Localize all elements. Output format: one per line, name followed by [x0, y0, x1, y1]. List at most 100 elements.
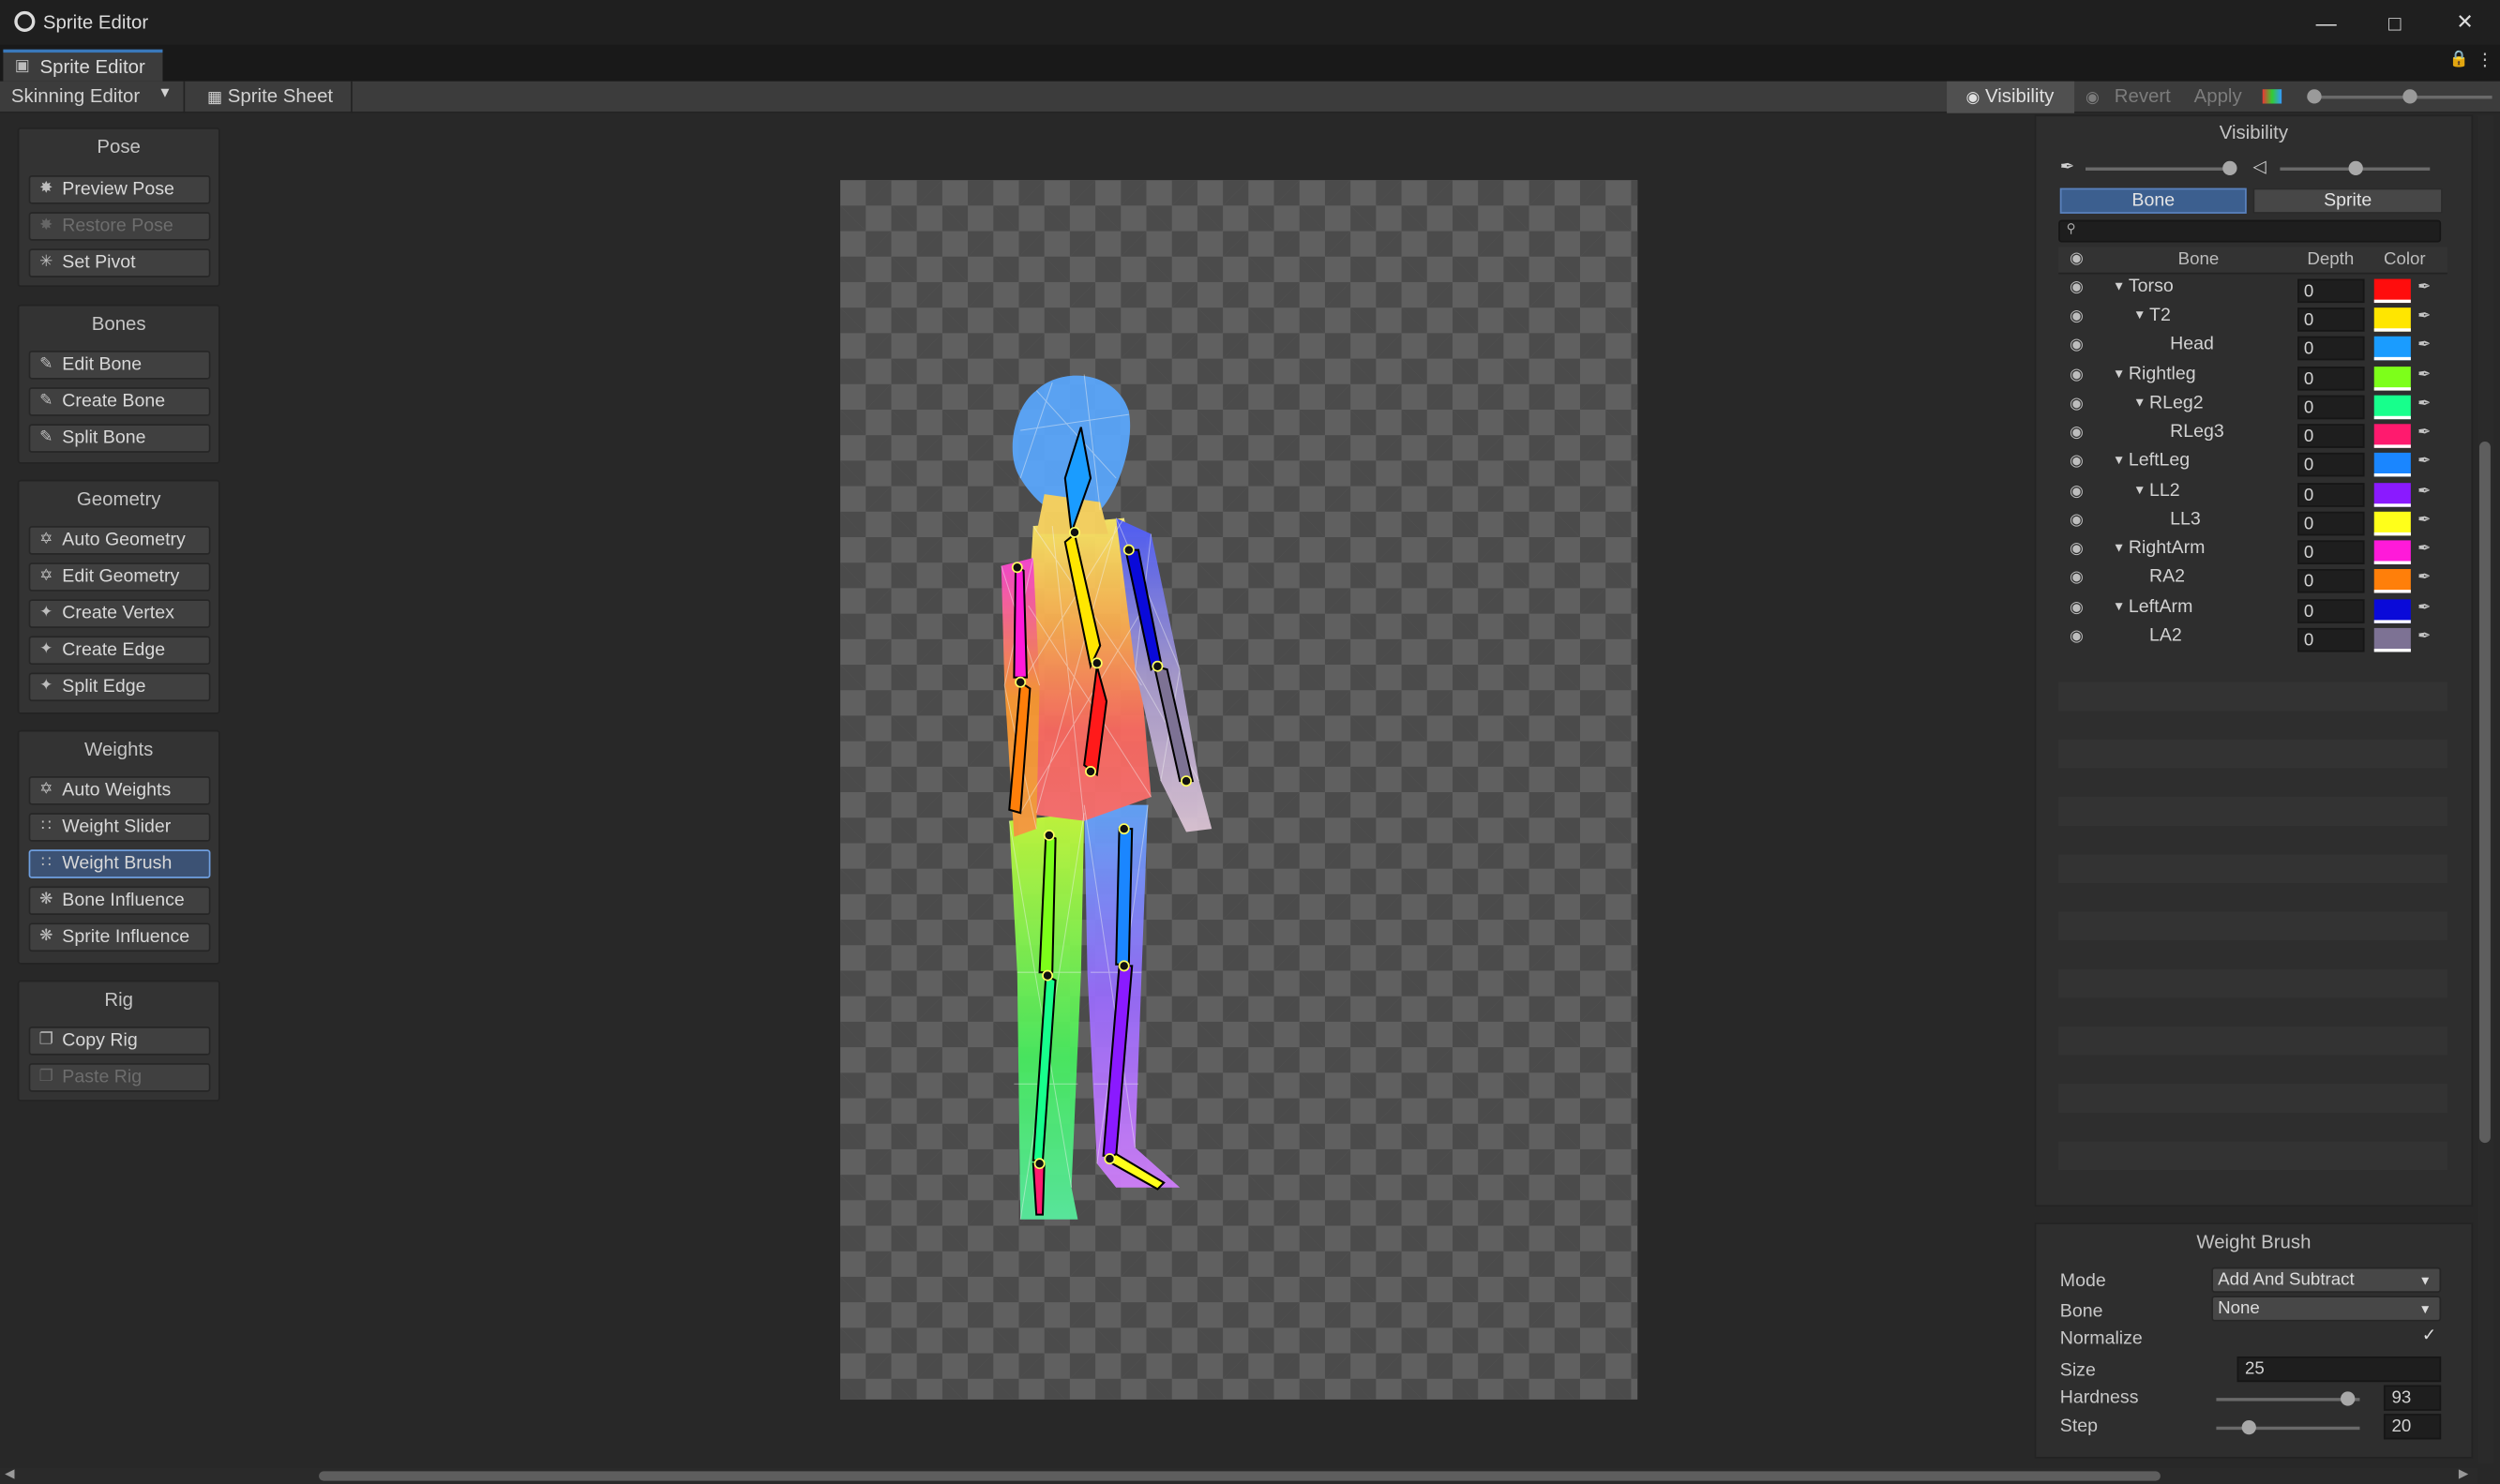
- hardness-slider[interactable]: [2216, 1391, 2360, 1406]
- slider-handle[interactable]: [2341, 1391, 2356, 1406]
- color-swatch[interactable]: [2373, 540, 2411, 564]
- depth-field[interactable]: 0: [2297, 395, 2365, 420]
- eye-icon[interactable]: ◉: [2070, 483, 2092, 501]
- depth-field[interactable]: 0: [2297, 627, 2365, 652]
- color-swatch[interactable]: [2373, 511, 2411, 536]
- slider-handle[interactable]: [2222, 160, 2237, 176]
- column-color[interactable]: Color: [2384, 250, 2426, 269]
- column-bone[interactable]: Bone: [2178, 250, 2220, 269]
- color-swatch[interactable]: [2373, 336, 2411, 361]
- eye-icon[interactable]: ◉: [2070, 453, 2092, 471]
- eyedropper-icon[interactable]: ✒: [2414, 512, 2434, 536]
- bone-value: None: [2218, 1298, 2260, 1319]
- depth-field[interactable]: 0: [2297, 424, 2365, 448]
- expand-arrow-icon[interactable]: ▼: [2113, 599, 2125, 613]
- bone-name: Head: [2170, 335, 2214, 354]
- column-depth[interactable]: Depth: [2307, 250, 2354, 269]
- slider-handle[interactable]: [2348, 160, 2363, 176]
- size-field[interactable]: 25: [2236, 1356, 2442, 1383]
- color-swatch[interactable]: [2373, 367, 2411, 391]
- step-label: Step: [2059, 1417, 2099, 1436]
- depth-field[interactable]: 0: [2297, 483, 2365, 507]
- depth-field[interactable]: 0: [2297, 307, 2365, 332]
- eyedropper-icon[interactable]: ✒: [2414, 337, 2434, 361]
- eyedropper-icon[interactable]: ✒: [2414, 307, 2434, 332]
- eye-icon[interactable]: ◉: [2070, 250, 2084, 268]
- vertical-scrollbar[interactable]: [2477, 114, 2494, 1463]
- normalize-checkbox[interactable]: ✓: [2422, 1327, 2441, 1345]
- horizontal-scrollbar[interactable]: ◀ ▶: [0, 1466, 2478, 1484]
- expand-arrow-icon[interactable]: ▼: [2133, 483, 2146, 497]
- eyedropper-icon[interactable]: ✒: [2414, 367, 2434, 391]
- eye-icon[interactable]: ◉: [2070, 599, 2092, 617]
- bone-name: RLeg3: [2170, 422, 2224, 442]
- expand-arrow-icon[interactable]: ▼: [2113, 279, 2125, 293]
- color-swatch[interactable]: [2373, 452, 2411, 477]
- color-swatch[interactable]: [2373, 395, 2411, 420]
- color-swatch[interactable]: [2373, 278, 2411, 304]
- mesh-opacity-slider[interactable]: [2280, 160, 2431, 176]
- depth-field[interactable]: 0: [2297, 452, 2365, 477]
- bone-opacity-slider[interactable]: [2085, 160, 2237, 176]
- color-swatch[interactable]: [2373, 424, 2411, 448]
- expand-arrow-icon[interactable]: ▼: [2113, 453, 2125, 467]
- scrollbar-thumb[interactable]: [319, 1471, 2161, 1481]
- scrollbar-thumb[interactable]: [2478, 441, 2491, 1144]
- eyedropper-icon[interactable]: ✒: [2414, 424, 2434, 448]
- eyedropper-icon[interactable]: ✒: [2414, 569, 2434, 593]
- slider-handle[interactable]: [2241, 1419, 2256, 1435]
- eye-icon[interactable]: ◉: [2070, 367, 2092, 384]
- eye-icon[interactable]: ◉: [2070, 279, 2092, 297]
- eyedropper-icon[interactable]: ✒: [2414, 628, 2434, 652]
- expand-arrow-icon[interactable]: ▼: [2113, 540, 2125, 554]
- eyedropper-icon[interactable]: ✒: [2414, 453, 2434, 477]
- color-swatch[interactable]: [2373, 627, 2411, 652]
- depth-field[interactable]: 0: [2297, 367, 2365, 391]
- eyedropper-icon[interactable]: ✒: [2414, 483, 2434, 507]
- expand-arrow-icon[interactable]: ▼: [2133, 396, 2146, 410]
- eye-icon[interactable]: ◉: [2070, 569, 2092, 587]
- eye-icon[interactable]: ◉: [2070, 424, 2092, 442]
- depth-field[interactable]: 0: [2297, 599, 2365, 623]
- bone-search-input[interactable]: ⚲: [2058, 219, 2442, 243]
- depth-field[interactable]: 0: [2297, 511, 2365, 536]
- color-swatch[interactable]: [2373, 483, 2411, 507]
- bone-dropdown[interactable]: None ▼: [2211, 1296, 2442, 1322]
- eyedropper-icon[interactable]: ✒: [2414, 540, 2434, 564]
- depth-field[interactable]: 0: [2297, 278, 2365, 304]
- eye-icon[interactable]: ◉: [2070, 628, 2092, 646]
- eyedropper-icon[interactable]: ✒: [2414, 599, 2434, 623]
- bone-name: Torso: [2128, 277, 2174, 297]
- eye-icon[interactable]: ◉: [2070, 337, 2092, 354]
- scroll-left-icon[interactable]: ◀: [5, 1466, 14, 1480]
- bone-name: RightArm: [2128, 538, 2206, 559]
- depth-field[interactable]: 0: [2297, 540, 2365, 564]
- bone-name: LeftArm: [2128, 597, 2193, 618]
- color-swatch[interactable]: [2373, 307, 2411, 332]
- eye-icon[interactable]: ◉: [2070, 512, 2092, 530]
- step-field[interactable]: 20: [2383, 1414, 2442, 1440]
- hardness-field[interactable]: 93: [2383, 1385, 2442, 1411]
- eyedropper-icon[interactable]: ✒: [2414, 396, 2434, 420]
- eye-icon[interactable]: ◉: [2070, 396, 2092, 413]
- empty-list-area: [2058, 653, 2447, 1180]
- tab-bone[interactable]: Bone: [2059, 187, 2247, 214]
- bone-name: LL2: [2149, 481, 2180, 501]
- step-slider[interactable]: [2216, 1419, 2360, 1435]
- mesh-icon: ◁: [2252, 157, 2267, 177]
- mode-dropdown[interactable]: Add And Subtract ▼: [2211, 1267, 2442, 1293]
- depth-field[interactable]: 0: [2297, 569, 2365, 593]
- color-swatch[interactable]: [2373, 569, 2411, 593]
- bone-name: LL3: [2170, 510, 2201, 530]
- eyedropper-icon[interactable]: ✒: [2414, 279, 2434, 304]
- depth-field[interactable]: 0: [2297, 336, 2365, 361]
- bone-name: LeftLeg: [2128, 451, 2191, 471]
- eye-icon[interactable]: ◉: [2070, 307, 2092, 325]
- visibility-title: Visibility: [2219, 121, 2289, 144]
- expand-arrow-icon[interactable]: ▼: [2133, 307, 2146, 322]
- tab-sprite[interactable]: Sprite: [2252, 187, 2443, 214]
- expand-arrow-icon[interactable]: ▼: [2113, 367, 2125, 381]
- eye-icon[interactable]: ◉: [2070, 540, 2092, 558]
- color-swatch[interactable]: [2373, 599, 2411, 623]
- scroll-right-icon[interactable]: ▶: [2459, 1466, 2468, 1480]
